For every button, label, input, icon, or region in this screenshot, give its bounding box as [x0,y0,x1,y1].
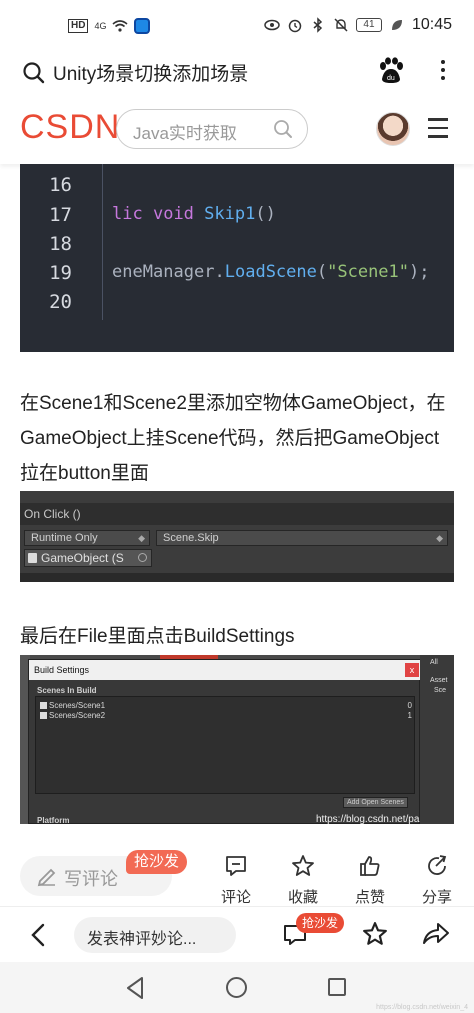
comment-button[interactable]: 评论 [211,854,261,907]
page-watermark: https://blog.csdn.net/weixin_4 [376,1004,468,1011]
build-settings-screenshot: Build Settings x Scenes In Build Scenes/S… [20,655,454,824]
article-paragraph: 最后在File里面点击BuildSettings [20,626,295,647]
favorite-label: 收藏 [287,889,318,906]
share-icon [428,855,447,875]
nav-back-icon[interactable] [124,976,146,1000]
scene-name: Scenes/Scene1 [49,701,106,710]
close-icon: x [405,663,419,677]
line-number: 18 [49,233,72,255]
platform-label: Platform [37,816,70,824]
wifi-icon [112,20,128,32]
object-label: GameObject (S [41,551,124,565]
sofa-badge[interactable]: 抢沙发 [296,913,345,933]
share-button[interactable]: 分享 [412,854,462,907]
scenes-in-build-label: Scenes In Build [37,686,97,695]
write-comment-label: 写评论 [64,869,118,889]
code-line: eneManager.LoadScene("Scene1"); [112,262,430,282]
csdn-logo[interactable]: CSDN [20,108,120,147]
article-action-bar: 写评论 抢沙发 评论 收藏 点赞 分享 [0,842,474,907]
star-icon [292,855,314,876]
checkbox-icon [40,712,47,719]
alarm-icon [288,19,302,33]
runtime-dropdown: Runtime Only ◆ [24,530,150,546]
line-number: 16 [49,174,72,196]
checkbox-icon [40,702,47,709]
code-block: 16 17 18 19 20 lic void Skip1() eneManag… [20,164,454,352]
scene-row: Scenes/Scene2 [40,711,105,720]
line-number: 17 [49,204,72,226]
search-icon[interactable] [22,61,46,85]
window-title: Build Settings x [29,660,421,680]
app-notification-icon [134,18,151,34]
scene-row: Scenes/Scene1 [40,701,105,710]
project-panel: All Asset Sce [420,655,454,824]
search-icon[interactable] [273,119,293,139]
comment-input-text: 发表神评妙论... [87,931,197,948]
gameobject-icon [28,553,37,563]
object-field: GameObject (S [24,549,152,567]
panel-label: All [430,659,438,666]
panel-label: Sce [434,687,447,694]
like-label: 点赞 [354,889,385,906]
csdn-search-placeholder: Java实时获取 [133,124,237,143]
inspector-footer [20,573,454,582]
comment-label: 评论 [220,889,251,906]
browser-search-header: Unity场景切换添加场景 du [0,52,474,94]
dropdown-arrow-icon: ◆ [138,533,145,543]
method-dropdown: Scene.Skip ◆ [156,530,448,546]
status-bar: HD 4G 41 10:45 [0,0,474,52]
add-open-scenes-button: Add Open Scenes [343,797,408,808]
hamburger-menu-icon[interactable] [428,118,448,144]
comment-icon [226,856,246,876]
scene-index: 1 [407,711,412,720]
sofa-badge[interactable]: 抢沙发 [126,850,188,874]
nav-recents-icon[interactable] [328,978,346,996]
more-vertical-icon[interactable] [436,56,450,84]
eye-icon [264,19,280,31]
gutter-divider [102,164,103,320]
article-paragraph: 在Scene1和Scene2里添加空物体GameObject，在GameObje… [20,393,446,484]
system-navigation-bar: https://blog.csdn.net/weixin_4 [0,962,474,1013]
comment-input[interactable]: 发表神评妙论... [74,917,236,953]
hd-indicator: HD [68,19,89,33]
forward-share-icon[interactable] [422,921,450,947]
code-line: lic void Skip1() [112,204,276,224]
user-avatar[interactable] [376,112,410,146]
share-label: 分享 [421,889,452,906]
line-number: 20 [49,291,72,313]
leaf-icon [391,20,402,30]
bluetooth-icon [313,17,323,33]
svg-text:du: du [387,75,395,82]
favorite-button[interactable]: 收藏 [278,854,328,907]
onclick-header: On Click () [20,503,454,525]
pen-icon [37,868,56,887]
signal-indicator: 4G [94,20,107,31]
search-query-title[interactable]: Unity场景切换添加场景 [53,59,248,86]
clock: 10:45 [411,16,452,33]
unity-onclick-screenshot: On Click () Runtime Only ◆ Scene.Skip ◆ Ga… [20,491,454,582]
panel-label: Asset [430,677,448,684]
csdn-search-box[interactable]: Java实时获取 [116,109,308,149]
battery-indicator: 41 [355,18,382,32]
mute-bell-icon [334,18,348,32]
line-number: 19 [49,262,72,284]
csdn-header: CSDN Java实时获取 [0,96,474,164]
dropdown-arrow-icon: ◆ [436,533,443,543]
scene-name: Scenes/Scene2 [49,711,106,720]
object-picker-icon [138,553,147,562]
like-button[interactable]: 点赞 [345,854,395,907]
back-arrow-icon[interactable] [28,923,48,947]
star-icon[interactable] [362,921,388,947]
scene-index: 0 [407,701,412,710]
nav-home-icon[interactable] [226,977,247,998]
baidu-paw-icon[interactable]: du [378,57,404,85]
thumbs-up-icon [360,856,380,876]
build-settings-window: Build Settings x Scenes In Build Scenes/S… [28,659,454,824]
method-label: Scene.Skip [163,532,219,544]
window-title-text: Build Settings [34,665,90,675]
scenes-list: Scenes/Scene1 0 Scenes/Scene2 1 [35,696,415,794]
browser-toolbar: 发表神评妙论... 抢沙发 [0,906,474,962]
runtime-label: Runtime Only [31,532,98,544]
